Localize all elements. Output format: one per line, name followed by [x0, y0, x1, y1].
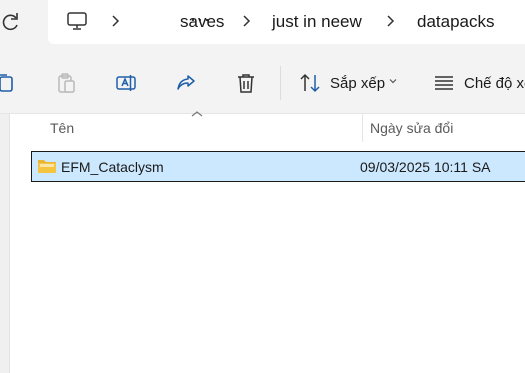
sort-ascending-icon [191, 111, 203, 117]
column-header-row: Tên Ngày sửa đổi [10, 114, 525, 144]
chevron-right-icon[interactable] [241, 13, 251, 29]
command-bar: Sắp xếp Chế độ xe [0, 52, 525, 114]
column-header-date-modified[interactable]: Ngày sửa đổi [370, 120, 453, 136]
column-divider[interactable] [362, 114, 363, 142]
view-details-icon[interactable] [432, 71, 456, 95]
sort-button[interactable]: Sắp xếp [330, 75, 385, 92]
copy-icon[interactable] [0, 71, 16, 95]
chevron-right-icon[interactable] [110, 13, 120, 29]
paste-icon[interactable] [54, 71, 78, 95]
rename-icon[interactable] [114, 71, 138, 95]
column-header-name[interactable]: Tên [50, 120, 74, 136]
navigation-pane[interactable] [0, 114, 10, 373]
address-bar[interactable]: ··· saves just in neew datapacks [48, 0, 525, 44]
file-date-modified: 09/03/2025 10:11 SA [360, 159, 491, 175]
refresh-icon[interactable] [0, 10, 22, 34]
file-name[interactable]: EFM_Cataclysm [61, 159, 164, 175]
file-row[interactable]: EFM_Cataclysm 09/03/2025 10:11 SA [31, 151, 525, 182]
breadcrumb-just-in-neew[interactable]: just in neew [272, 12, 362, 32]
share-icon[interactable] [174, 71, 198, 95]
folder-icon [38, 160, 56, 173]
toolbar-separator [280, 66, 281, 100]
address-bar-region: ··· saves just in neew datapacks [0, 0, 525, 52]
breadcrumb-saves[interactable]: saves [180, 12, 224, 32]
this-pc-icon[interactable] [66, 10, 88, 32]
sort-icon[interactable] [298, 71, 322, 95]
delete-icon[interactable] [234, 71, 258, 95]
breadcrumb-datapacks[interactable]: datapacks [417, 12, 495, 32]
chevron-down-icon[interactable] [388, 76, 398, 86]
view-button[interactable]: Chế độ xe [464, 75, 525, 92]
chevron-right-icon[interactable] [385, 13, 395, 29]
